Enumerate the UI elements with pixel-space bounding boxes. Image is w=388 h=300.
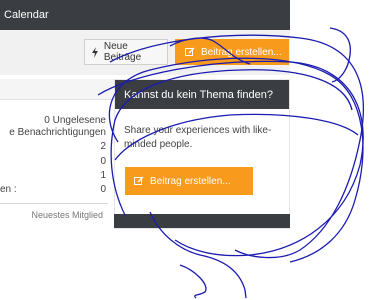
next-card-header [114, 214, 290, 228]
new-posts-label: Neue Beiträge [103, 41, 142, 63]
stat-value: 1 [100, 170, 106, 181]
page-title: Calendar [4, 9, 49, 21]
card-header: Kannst du kein Thema finden? [115, 80, 289, 109]
edit-icon [134, 176, 144, 185]
new-posts-button[interactable]: Neue Beiträge [84, 39, 168, 65]
stats-panel: 0 Ungelesene e Benachrichtigungen 2 0 1 … [0, 100, 106, 228]
divider [0, 203, 108, 204]
stat-label: en : [0, 184, 17, 195]
create-post-label: Beitrag erstellen... [201, 46, 282, 58]
card-create-post-button[interactable]: Beitrag erstellen... [125, 167, 253, 195]
create-post-button[interactable]: Beitrag erstellen... [175, 39, 289, 65]
unread-count: 0 Ungelesene [44, 115, 106, 126]
stat-value: 0 [100, 156, 106, 167]
card-text: Share your experiences with like-minded … [124, 125, 272, 150]
card-title: Kannst du kein Thema finden? [124, 89, 274, 101]
top-bar: Calendar [0, 0, 290, 30]
edit-icon [185, 47, 195, 56]
card-create-post-label: Beitrag erstellen... [150, 175, 231, 187]
stats-header [0, 79, 114, 100]
stat-value: 0 [100, 184, 106, 195]
find-topic-card: Kannst du kein Thema finden? Share your … [114, 79, 290, 229]
newest-member-label: Neuestes Mitglied [31, 210, 103, 220]
lightning-icon [91, 46, 98, 58]
stat-value: 2 [100, 141, 106, 152]
notifications-label: e Benachrichtigungen [9, 127, 106, 138]
